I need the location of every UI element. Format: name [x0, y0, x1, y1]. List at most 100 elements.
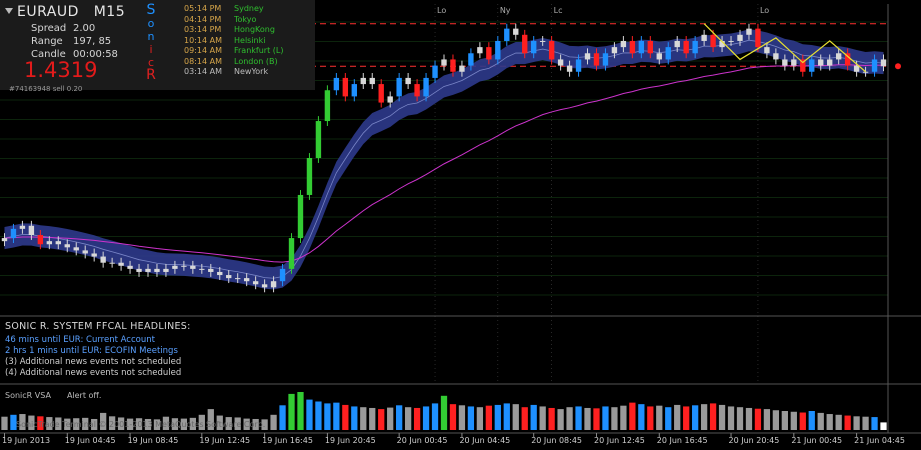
volume-bar	[360, 407, 367, 430]
candle-body	[279, 268, 286, 282]
news-panel: SONIC R. SYSTEM FFCAL HEADLINES: 46 mins…	[0, 318, 318, 382]
candle-body	[647, 40, 653, 54]
sonic-letter: S	[146, 2, 156, 18]
candle-body	[37, 235, 44, 245]
session-name: NewYork	[234, 67, 269, 76]
candle-body	[64, 244, 70, 248]
candle-body	[477, 47, 483, 54]
volume-bar	[611, 407, 618, 430]
volume-bar	[270, 414, 277, 430]
session-mark: Lc	[553, 6, 563, 15]
range-row: Range 197, 85	[31, 36, 111, 47]
volume-bar	[665, 407, 672, 430]
volume-bar	[566, 407, 573, 430]
market-sessions: 05:14 PM Sydney 04:14 PM Tokyo 03:14 PM HongK…	[184, 4, 283, 78]
candle-body	[172, 265, 178, 269]
candle-body	[495, 40, 501, 60]
candle-body	[755, 28, 761, 48]
volume-bar	[404, 407, 412, 430]
x-tick-label: 19 Jun 20:45	[324, 436, 376, 445]
candle-body	[261, 284, 268, 288]
volume-bar	[817, 412, 824, 430]
volume-bar	[638, 404, 645, 430]
volume-bar	[494, 404, 501, 430]
candle-body	[1, 238, 8, 242]
session-name: London (B)	[234, 56, 278, 66]
volume-bar	[799, 412, 806, 430]
candle-body	[432, 65, 438, 78]
volume-bar	[745, 407, 753, 430]
volume-bar	[602, 406, 609, 430]
volume-bar	[718, 404, 726, 430]
news-headline: SONIC R. SYSTEM FFCAL HEADLINES:	[5, 321, 191, 332]
candle-body	[127, 265, 133, 269]
candle-body	[387, 96, 393, 103]
session-time: 08:14 AM	[184, 56, 222, 66]
candle-body	[459, 65, 465, 72]
candle-body	[880, 59, 887, 67]
session-row: 03:14 AM NewYork	[184, 67, 283, 78]
candle-body	[46, 241, 53, 245]
candle-body	[181, 265, 187, 267]
volume-bar	[521, 407, 528, 430]
volume-bar	[512, 404, 519, 430]
candle-body	[378, 84, 384, 103]
volume-bar	[503, 403, 510, 430]
x-tick-label: 19 Jun 04:45	[64, 436, 116, 445]
candle-body	[611, 47, 618, 54]
candle-body	[109, 262, 115, 264]
volume-bar	[772, 410, 780, 430]
volume-bar	[431, 403, 439, 430]
symbol-name: EURAUD	[17, 4, 79, 20]
volume-bar	[862, 416, 869, 430]
volume-bar	[647, 406, 654, 430]
volume-bar	[727, 406, 735, 430]
volume-bar	[467, 406, 475, 430]
copyright-watermark: SonicTrade Terminal © 2001-2013 MetaQuot…	[16, 420, 266, 429]
volume-bar	[700, 404, 708, 430]
volume-bar	[387, 407, 394, 430]
volume-bar	[808, 411, 815, 430]
volume-bar	[584, 407, 591, 430]
candle-body	[566, 65, 573, 72]
candle-body	[252, 281, 259, 285]
volume-bar	[530, 404, 537, 430]
candle-body	[818, 59, 824, 66]
volume-bar	[763, 409, 771, 430]
timeframe: M15	[93, 4, 126, 20]
collapse-triangle-icon[interactable]	[5, 8, 13, 14]
volume-bar	[476, 407, 484, 430]
session-row: 04:14 PM Tokyo	[184, 15, 283, 26]
candle-body	[620, 40, 627, 48]
vsa-indicator-label: SonicR VSA Alert off.	[5, 391, 117, 400]
volume-bar	[324, 403, 331, 430]
candle-body	[55, 241, 61, 245]
session-mark: Lo	[437, 6, 447, 15]
session-mark: Lo	[759, 6, 770, 15]
candle-body	[531, 40, 537, 54]
sonic-logo: SonicR	[144, 2, 158, 82]
session-time: 03:14 AM	[184, 67, 222, 76]
candle-body	[396, 77, 402, 97]
candle-body	[163, 268, 169, 272]
news-item: (4) Additional news events not scheduled	[5, 368, 182, 378]
candle-body	[557, 59, 564, 66]
candle-body	[728, 40, 734, 42]
volume-bar	[736, 407, 744, 430]
spread-row: Spread 2.00	[31, 23, 95, 34]
volume-bar	[458, 405, 466, 430]
volume-bar	[351, 406, 358, 430]
candle-body	[827, 59, 833, 66]
volume-bar	[342, 404, 349, 430]
candle-body	[674, 40, 680, 48]
candle-body	[737, 34, 743, 41]
symbol-title: EURAUD M15	[17, 4, 125, 20]
symbol-info-panel: EURAUD M15 Spread 2.00 Range 197, 85 Candl…	[0, 0, 315, 90]
session-time: 09:14 AM	[184, 46, 222, 55]
range-value: 197, 85	[73, 36, 112, 47]
volume-bar	[315, 401, 322, 430]
trade-line-label[interactable]: #74163948 sell 0.20	[9, 85, 82, 93]
session-row: 08:14 AM London (B)	[184, 57, 283, 68]
candle-body	[118, 262, 124, 266]
volume-bar	[548, 407, 555, 430]
